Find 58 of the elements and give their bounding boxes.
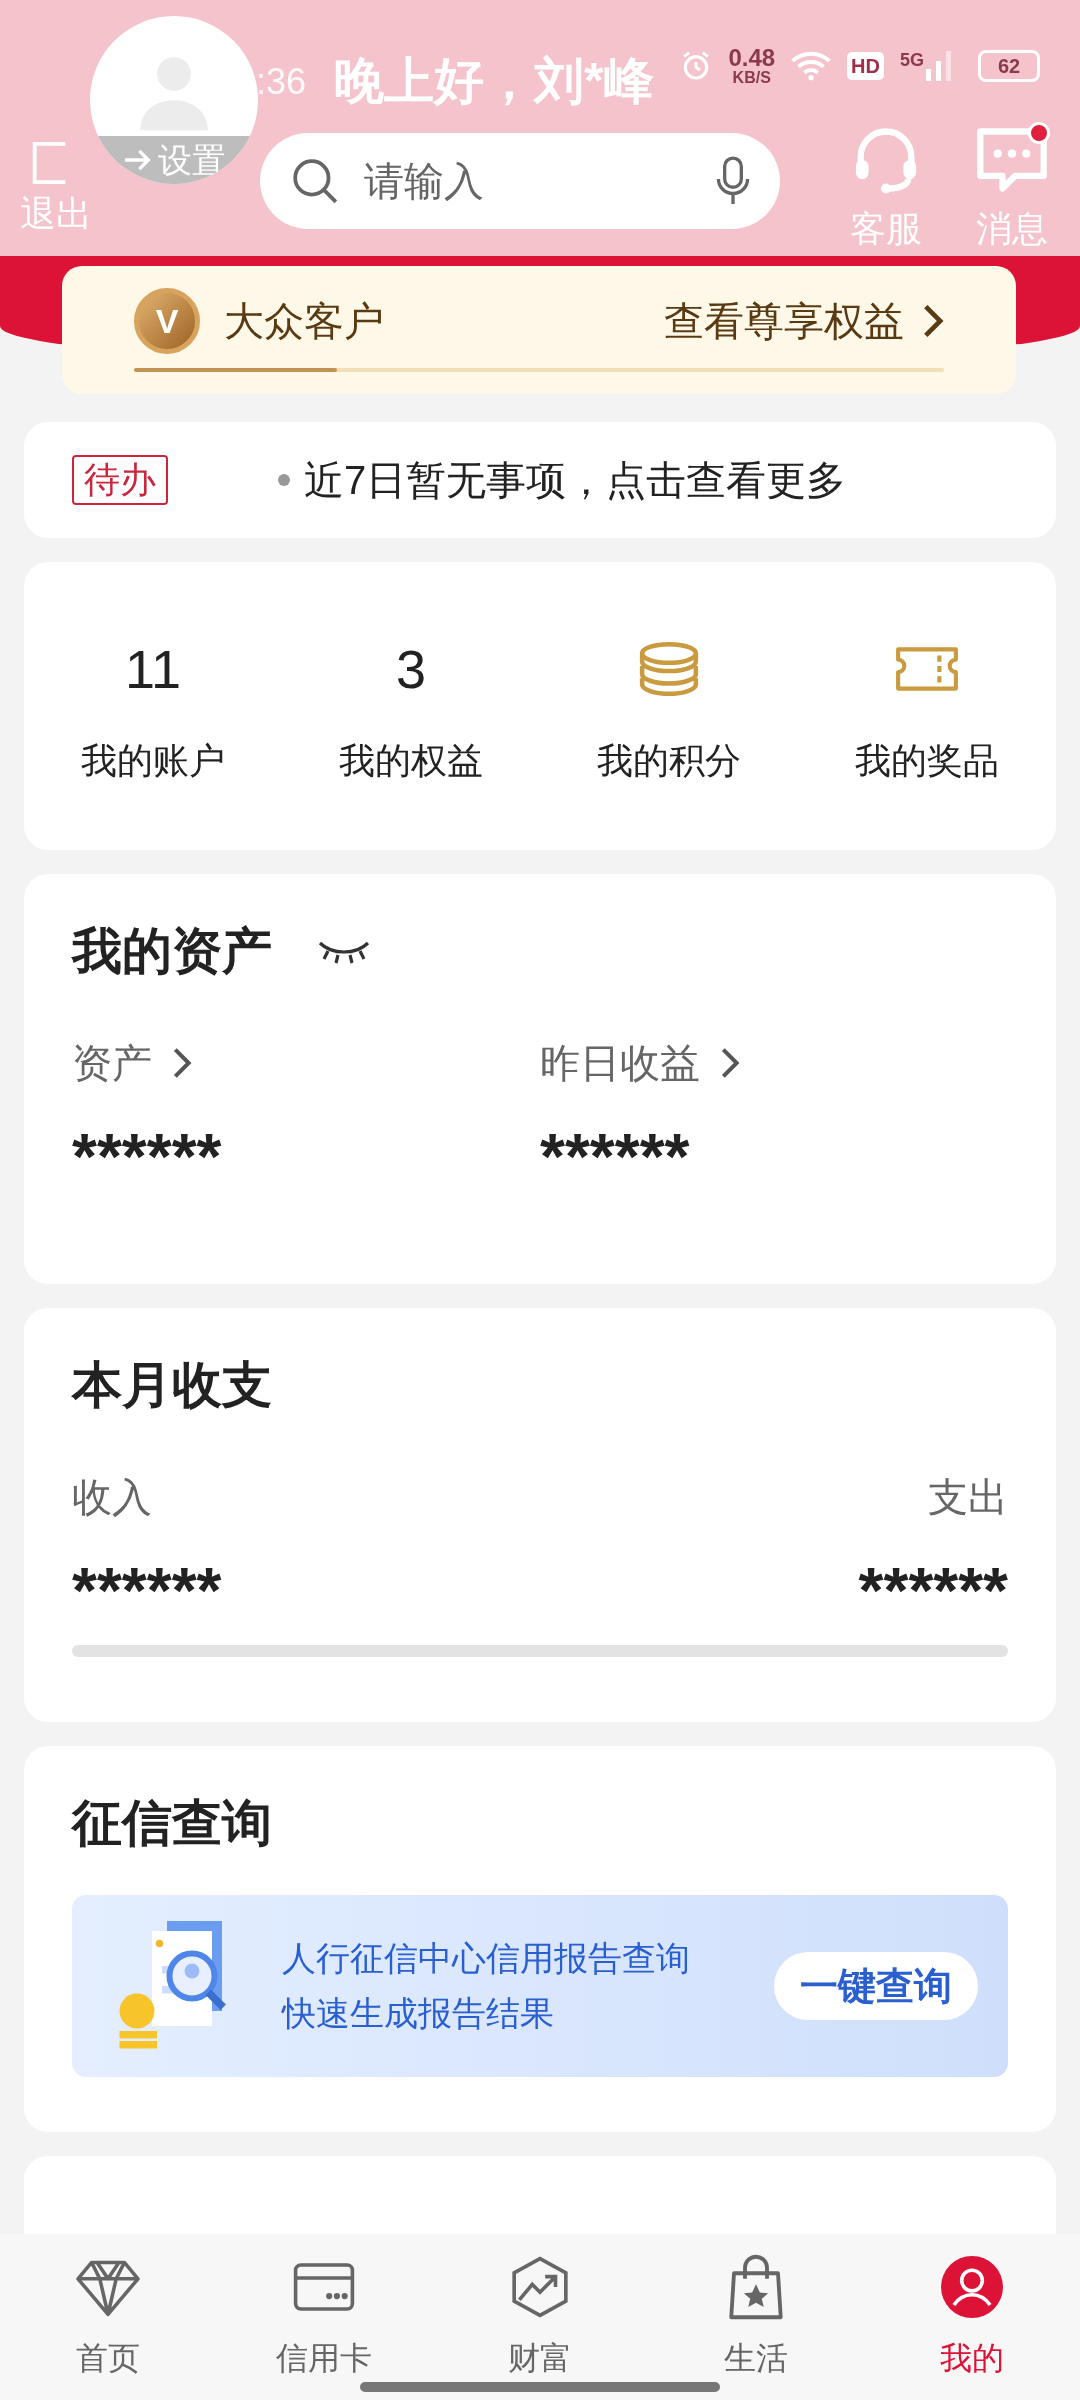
nav-tab[interactable]: 财富 (432, 2254, 648, 2400)
search-input[interactable]: 请输入 (364, 151, 692, 211)
card-title: 我的资产 (72, 922, 272, 981)
greeting: 晚上好，刘*峰 (334, 52, 654, 111)
nav-tab[interactable]: 信用卡 (216, 2254, 432, 2400)
chevron-right-icon (720, 1046, 740, 1080)
user-icon (941, 2256, 1003, 2318)
stat-label: 我的积分 (597, 739, 741, 783)
masked-amount: ****** (72, 1567, 222, 1615)
masked-amount: ****** (540, 1133, 691, 1181)
banner-title: 人行征信中心信用报告查询 (282, 1938, 690, 1979)
stat-label: 我的账户 (81, 739, 225, 783)
asset-link[interactable]: 昨日收益 (540, 1033, 1008, 1093)
hd-badge: HD (847, 52, 884, 80)
credit-report-banner[interactable]: 人行征信中心信用报告查询 快速生成报告结果 一键查询 (72, 1895, 1008, 2077)
stat-value: 11 (124, 637, 182, 701)
asset-link[interactable]: 资产 (72, 1033, 540, 1093)
battery-indicator: 62 (978, 50, 1040, 82)
card-title: 征信查询 (72, 1795, 272, 1851)
nav-tab[interactable]: 生活 (648, 2254, 864, 2400)
shopping-bag-icon (728, 2254, 784, 2320)
trend-hexagon-icon (511, 2256, 569, 2318)
chevron-right-icon (922, 303, 944, 339)
speed-unit: KB/S (732, 70, 771, 86)
card-title: 本月收支 (72, 1357, 272, 1413)
stat-item[interactable]: 11 我的账户 (24, 624, 282, 788)
todo-message: 近7日暂无事项，点击查看更多 (304, 457, 847, 504)
stat-item[interactable]: 我的奖品 (798, 624, 1056, 788)
stat-label: 我的权益 (339, 739, 483, 783)
stat-item[interactable]: 3 我的权益 (282, 624, 540, 788)
search-bar[interactable]: 请输入 (260, 133, 780, 229)
nav-tab[interactable]: 首页 (0, 2254, 216, 2400)
network-speed: 0.48 (728, 46, 776, 70)
card-icon (293, 2262, 355, 2312)
stat-label: 我的奖品 (855, 739, 999, 783)
banner-subtitle: 快速生成报告结果 (282, 1993, 555, 2034)
query-button[interactable]: 一键查询 (774, 1952, 978, 2020)
income-label: 收入 (72, 1474, 152, 1521)
expense-label: 支出 (928, 1474, 1008, 1521)
network-type: 5G (900, 51, 924, 69)
member-card[interactable]: V 大众客户 查看尊享权益 (62, 266, 1016, 394)
ticket-icon (894, 645, 960, 693)
coins-icon (638, 641, 700, 697)
microphone-icon[interactable] (716, 156, 750, 206)
search-icon (290, 156, 340, 206)
masked-amount: ****** (858, 1567, 1008, 1615)
todo-card[interactable]: 待办 近7日暂无事项，点击查看更多 (24, 422, 1056, 538)
member-tier-label: 大众客户 (224, 298, 384, 345)
chevron-right-icon (172, 1046, 192, 1080)
member-badge-icon: V (134, 288, 200, 354)
masked-amount: ****** (72, 1133, 223, 1181)
signal-icon (926, 51, 952, 81)
nav-tab[interactable]: 我的 (864, 2254, 1080, 2400)
wifi-icon (791, 51, 832, 81)
todo-tag: 待办 (72, 455, 168, 505)
stat-item[interactable]: 我的积分 (540, 624, 798, 788)
stat-value: 3 (395, 637, 426, 701)
benefits-link[interactable]: 查看尊享权益 (664, 291, 904, 351)
